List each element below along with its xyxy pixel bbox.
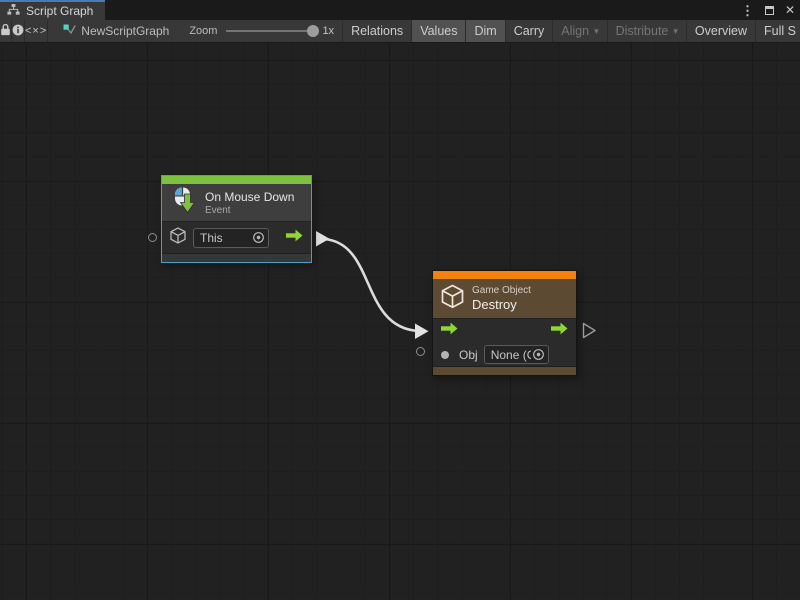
- overview-button[interactable]: Overview: [687, 20, 756, 42]
- node-header[interactable]: Game Object Destroy: [433, 279, 576, 318]
- maximize-icon[interactable]: [765, 6, 774, 15]
- lock-icon: [0, 23, 11, 39]
- zoom-value: 1x: [322, 25, 334, 37]
- obj-input-port-circle[interactable]: [416, 347, 425, 356]
- graph-name-label: NewScriptGraph: [81, 24, 169, 38]
- carry-button[interactable]: Carry: [506, 20, 554, 42]
- wire-end-arrowhead: [415, 324, 429, 340]
- chevron-down-icon: ▾: [594, 27, 599, 36]
- toolbar-toggle-buttons: Relations Values Dim Carry Align ▾ Distr…: [342, 20, 800, 42]
- flow-ports-row: [433, 319, 576, 343]
- tab-script-graph[interactable]: Script Graph: [0, 0, 105, 20]
- graph-canvas[interactable]: On Mouse Down Event This: [0, 43, 800, 600]
- code-brackets-icon: <×>: [25, 25, 47, 37]
- graph-toolbar: <×> NewScriptGraph Zoom 1x Relations: [0, 20, 800, 43]
- obj-value-field[interactable]: None (O: [484, 345, 549, 364]
- align-dropdown[interactable]: Align ▾: [553, 20, 607, 42]
- dim-button[interactable]: Dim: [466, 20, 505, 42]
- value-input-port[interactable]: [441, 351, 449, 359]
- obj-param-row: Obj None (O: [433, 343, 576, 366]
- obj-value: None (O: [485, 348, 531, 362]
- node-footer: [162, 253, 311, 262]
- flow-input-arrow-icon[interactable]: [441, 322, 458, 340]
- node-on-mouse-down[interactable]: On Mouse Down Event This: [161, 175, 312, 263]
- node-title: On Mouse Down: [205, 190, 294, 204]
- target-object-field[interactable]: This: [193, 228, 269, 248]
- values-button[interactable]: Values: [412, 20, 466, 42]
- window-menu-icon[interactable]: ⋮: [741, 4, 754, 17]
- tab-title: Script Graph: [26, 4, 93, 18]
- target-object-value: This: [194, 231, 251, 245]
- close-icon[interactable]: ✕: [785, 4, 795, 16]
- hierarchy-icon: [7, 2, 20, 20]
- full-screen-button[interactable]: Full S: [756, 20, 800, 42]
- zoom-slider-handle[interactable]: [307, 25, 319, 37]
- object-picker-icon[interactable]: [532, 348, 545, 361]
- preview-code-button[interactable]: <×>: [25, 20, 48, 42]
- node-title: Destroy: [472, 297, 531, 312]
- event-input-port-circle[interactable]: [148, 233, 157, 242]
- distribute-dropdown[interactable]: Distribute ▾: [608, 20, 687, 42]
- graph-name-group[interactable]: NewScriptGraph: [63, 20, 169, 42]
- game-object-cube-icon: [170, 227, 186, 249]
- flow-output-arrow-icon[interactable]: [551, 322, 568, 340]
- node-body: Obj None (O: [433, 318, 576, 366]
- mouse-down-event-icon: [170, 187, 197, 219]
- tab-bar: Script Graph ⋮ ✕: [0, 0, 800, 20]
- zoom-control: Zoom 1x: [189, 20, 342, 42]
- node-accent-strip: [433, 271, 576, 279]
- flow-output-port-triangle[interactable]: [582, 322, 597, 344]
- node-subtitle: Event: [205, 205, 294, 216]
- game-object-cube-icon: [441, 284, 464, 314]
- flow-output-arrow-icon[interactable]: [286, 229, 303, 247]
- zoom-slider[interactable]: [226, 30, 314, 32]
- node-category: Game Object: [472, 285, 531, 296]
- zoom-label: Zoom: [189, 25, 217, 37]
- lock-button[interactable]: [0, 20, 12, 42]
- script-graph-window: Script Graph ⋮ ✕: [0, 0, 800, 600]
- param-label: Obj: [459, 348, 478, 362]
- node-footer: [433, 366, 576, 375]
- info-icon: [12, 24, 24, 39]
- node-destroy[interactable]: Game Object Destroy: [432, 270, 577, 376]
- script-graph-icon: [63, 24, 76, 39]
- node-accent-strip: [162, 176, 311, 184]
- node-body: This: [162, 221, 311, 253]
- node-header[interactable]: On Mouse Down Event: [162, 184, 311, 221]
- window-controls: ⋮ ✕: [741, 0, 795, 20]
- relations-button[interactable]: Relations: [343, 20, 412, 42]
- connection-wire: [0, 43, 800, 600]
- chevron-down-icon: ▾: [673, 27, 678, 36]
- info-button[interactable]: [12, 20, 25, 42]
- wire-start-arrowhead: [316, 231, 330, 247]
- object-picker-icon[interactable]: [252, 231, 265, 244]
